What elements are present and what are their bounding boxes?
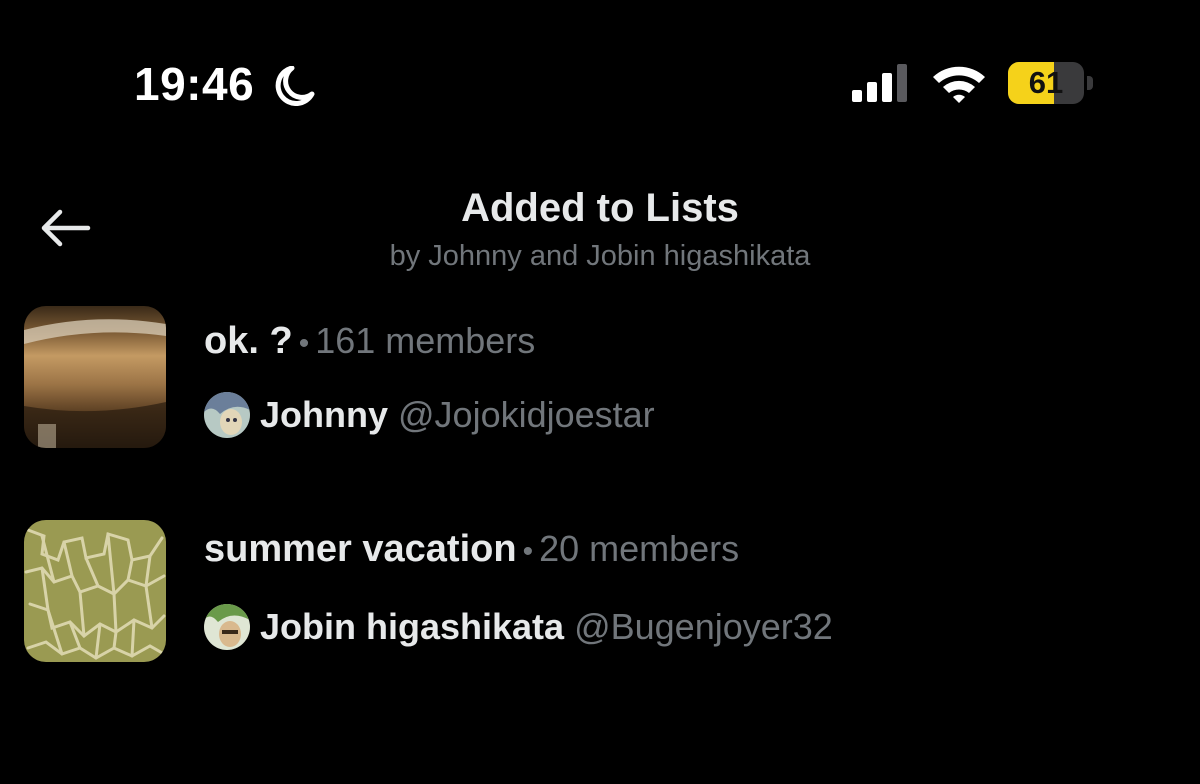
member-count: 161 members: [315, 320, 536, 361]
owner-name-line: Johnny @Jojokidjoestar: [260, 392, 655, 438]
list-name-line: summer vacation • 20 members: [204, 526, 739, 575]
list-thumbnail: [24, 306, 166, 448]
cellular-signal-icon: [852, 64, 907, 102]
battery-icon: 61: [1008, 62, 1094, 104]
member-count: 20 members: [539, 528, 740, 569]
owner-name: Johnny: [260, 394, 389, 435]
separator-dot: •: [298, 327, 310, 360]
list-name-line: ok. ? • 161 members: [204, 318, 535, 367]
list-item[interactable]: summer vacation • 20 members Jobin higashi…: [0, 520, 1200, 670]
wifi-icon: [933, 66, 985, 103]
page-title: Added to Lists: [461, 186, 739, 230]
status-bar: 19:46 61: [0, 0, 1200, 150]
list-name: summer vacation: [204, 528, 517, 570]
avatar: [204, 392, 250, 438]
list-name: ok. ?: [204, 320, 293, 362]
page-subtitle: by Johnny and Jobin higashikata: [389, 240, 811, 272]
list-item[interactable]: ok. ? • 161 members Johnny @Jojokidjoestar: [0, 306, 1200, 456]
separator-dot: •: [522, 535, 534, 568]
owner-name-line: Jobin higashikata @Bugenjoyer32: [260, 604, 833, 650]
owner-handle: @Jojokidjoestar: [398, 394, 655, 435]
moon-icon: [275, 66, 315, 106]
owner-name: Jobin higashikata: [260, 606, 565, 647]
owner-handle: @Bugenjoyer32: [574, 606, 833, 647]
battery-level: 61: [1028, 65, 1064, 100]
status-time: 19:46: [134, 58, 255, 110]
list-thumbnail: [24, 520, 166, 662]
avatar: [204, 604, 250, 650]
